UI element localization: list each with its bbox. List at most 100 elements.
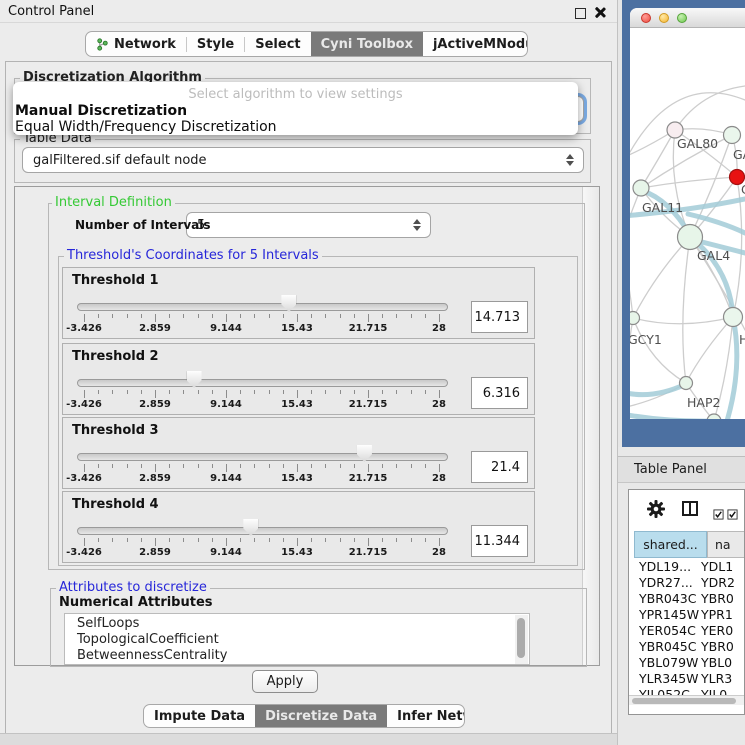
threshold-value-field[interactable]: 21.4 xyxy=(471,451,528,483)
slider-track[interactable] xyxy=(77,379,448,387)
tab-jactivemnodules[interactable]: jActiveMNodules xyxy=(423,32,528,56)
slider-track[interactable] xyxy=(77,303,448,311)
tick-mark xyxy=(340,464,341,468)
spinner-stepper-icon[interactable] xyxy=(413,219,421,231)
cell-shared-name: YLR345W xyxy=(629,671,701,686)
table-row[interactable]: YPR145WYPR1 xyxy=(629,607,745,623)
network-canvas[interactable]: GAL80GACGAL11GAL4GCY1HHAP2 xyxy=(630,28,745,419)
threshold-title: Threshold 4 xyxy=(72,497,159,512)
tick-mark xyxy=(198,464,199,468)
dropdown-option-manual-discretization[interactable]: Manual Discretization xyxy=(13,102,578,118)
tick-mark xyxy=(269,314,270,318)
split-columns-icon[interactable] xyxy=(682,501,698,520)
tab-network[interactable]: Network xyxy=(86,32,186,56)
cell-shared-name: YBR043C xyxy=(629,591,701,606)
tab-impute-data[interactable]: Impute Data xyxy=(144,705,255,727)
tab-infer-network[interactable]: Infer Network xyxy=(387,705,465,727)
cell-name: YBL0 xyxy=(701,655,732,670)
tick-mark xyxy=(198,390,199,394)
tick-mark xyxy=(141,538,142,542)
dropdown-placeholder: Select algorithm to view settings xyxy=(13,82,578,102)
close-traffic-light[interactable] xyxy=(641,13,651,23)
tick-label: 15.43 xyxy=(281,323,313,334)
numerical-attributes-label: Numerical Attributes xyxy=(56,596,216,610)
table-row[interactable]: YLR345WYLR3 xyxy=(629,671,745,687)
threshold-value-field[interactable]: 14.713 xyxy=(471,301,528,333)
tick-mark xyxy=(297,390,298,398)
tick-mark xyxy=(98,390,99,394)
apply-button[interactable]: Apply xyxy=(252,670,318,693)
threshold-value-field[interactable]: 11.344 xyxy=(471,525,528,557)
list-item[interactable]: TopologicalCoefficient xyxy=(65,632,529,648)
network-node-gal4[interactable] xyxy=(678,225,703,250)
node-table-card: shared... na YDL19...YDL1YDR27...YDR2YBR… xyxy=(628,489,745,715)
tick-mark xyxy=(98,538,99,542)
combobox-stepper-icon[interactable] xyxy=(566,154,574,166)
table-row[interactable]: YBR045CYBR0 xyxy=(629,639,745,655)
tick-mark xyxy=(396,538,397,542)
number-of-intervals-spinner[interactable]: 5 xyxy=(186,212,431,238)
list-scrollbar-thumb[interactable] xyxy=(517,618,525,658)
list-scrollbar[interactable] xyxy=(515,615,528,664)
tick-mark xyxy=(240,314,241,318)
application: Control Panel NetworkStyleSelectCyni Too… xyxy=(0,0,745,745)
checkbox-checked-icon[interactable] xyxy=(727,505,738,524)
cell-shared-name: YIL052C xyxy=(629,687,701,695)
table-data-combobox[interactable]: galFiltered.sif default node xyxy=(22,147,584,173)
horizontal-scrollbar-thumb[interactable] xyxy=(632,698,736,704)
tick-mark xyxy=(340,538,341,542)
network-node-hap2[interactable] xyxy=(680,377,693,390)
network-node-gal11[interactable] xyxy=(633,180,649,196)
table-row[interactable]: YDR27...YDR2 xyxy=(629,575,745,591)
tick-mark xyxy=(411,390,412,394)
checkbox-checked-icon[interactable] xyxy=(713,505,724,524)
algorithm-dropdown: Select algorithm to view settings Manual… xyxy=(13,82,578,135)
slider-track[interactable] xyxy=(77,453,448,461)
column-header-name[interactable]: na xyxy=(707,531,745,558)
cell-name: YPR1 xyxy=(701,607,733,622)
network-edge xyxy=(641,130,675,188)
tick-label: 28 xyxy=(432,547,446,558)
close-icon[interactable] xyxy=(593,6,606,19)
tick-mark xyxy=(226,314,227,322)
minimize-traffic-light[interactable] xyxy=(659,13,669,23)
tab-label: jActiveMNodules xyxy=(433,37,528,52)
tick-mark xyxy=(325,538,326,542)
tick-mark xyxy=(382,538,383,542)
horizontal-scrollbar[interactable] xyxy=(629,695,745,705)
tick-mark xyxy=(169,464,170,468)
table-row[interactable]: YER054CYER0 xyxy=(629,623,745,639)
dropdown-option-equal-width-frequency[interactable]: Equal Width/Frequency Discretization xyxy=(13,118,578,134)
column-header-shared-name[interactable]: shared... xyxy=(634,531,707,558)
table-row[interactable]: YIL052CYIL0 xyxy=(629,687,745,695)
table-row[interactable]: YBR043CYBR0 xyxy=(629,591,745,607)
zoom-traffic-light[interactable] xyxy=(677,13,687,23)
gear-icon[interactable] xyxy=(647,500,665,522)
tick-mark xyxy=(155,314,156,322)
tick-label: 2.859 xyxy=(139,399,171,410)
float-window-icon[interactable] xyxy=(575,8,586,19)
network-node-gcy1[interactable] xyxy=(630,312,640,325)
tick-label: 21.715 xyxy=(349,547,388,558)
network-node-h[interactable] xyxy=(724,308,743,327)
table-row[interactable]: YBL079WYBL0 xyxy=(629,655,745,671)
tab-style[interactable]: Style xyxy=(187,32,244,56)
tick-label: 21.715 xyxy=(349,399,388,410)
threshold-value-field[interactable]: 6.316 xyxy=(471,377,528,409)
list-item[interactable]: SelfLoops xyxy=(65,616,529,632)
table-row[interactable]: YDL19...YDL1 xyxy=(629,559,745,575)
cell-shared-name: YDR27... xyxy=(629,575,701,590)
tab-select[interactable]: Select xyxy=(245,32,310,56)
tick-mark xyxy=(183,314,184,318)
network-node-ga[interactable] xyxy=(724,127,741,144)
tick-mark xyxy=(169,314,170,318)
slider-track[interactable] xyxy=(77,527,448,535)
tick-mark xyxy=(396,390,397,394)
tick-mark xyxy=(155,464,156,472)
tab-cyni-toolbox[interactable]: Cyni Toolbox xyxy=(311,32,423,56)
tick-mark xyxy=(169,390,170,394)
tab-discretize-data[interactable]: Discretize Data xyxy=(255,705,387,727)
network-node-label: GAL80 xyxy=(677,136,718,151)
list-item[interactable]: BetweennessCentrality xyxy=(65,648,529,664)
numerical-attributes-list[interactable]: SelfLoopsTopologicalCoefficientBetweenne… xyxy=(64,613,530,665)
